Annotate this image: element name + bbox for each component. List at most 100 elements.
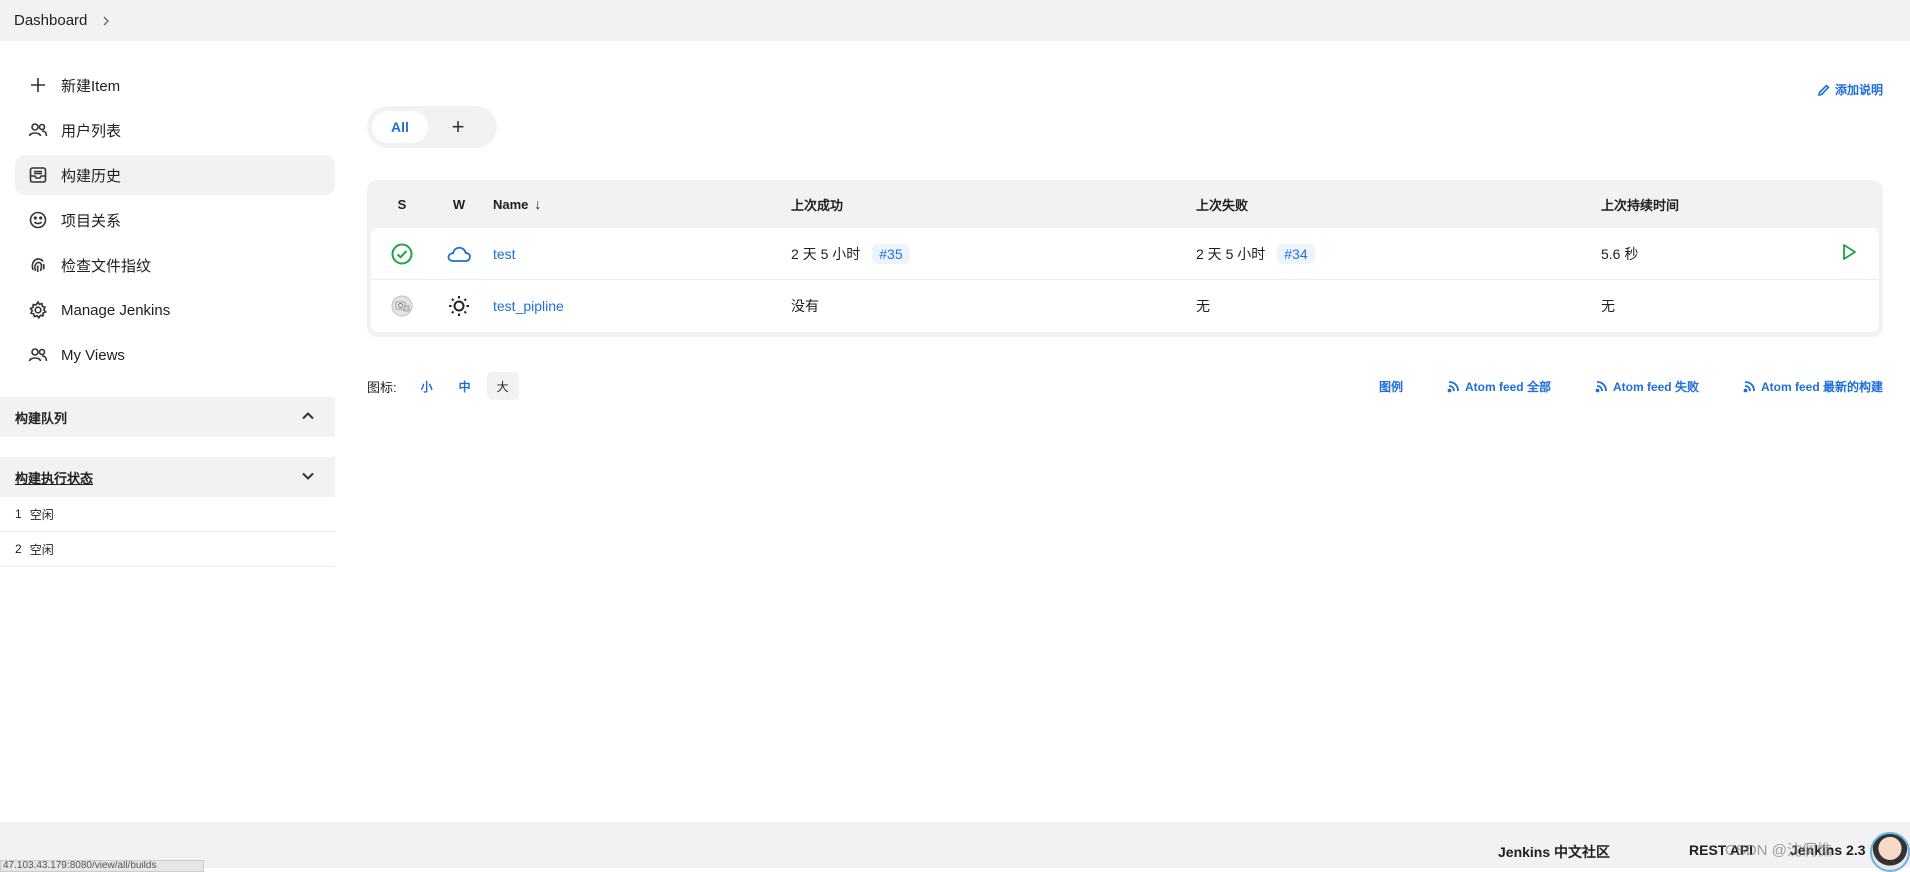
add-description-label: 添加说明 — [1834, 83, 1883, 97]
pencil-icon — [1817, 83, 1830, 96]
header-last-failure[interactable]: 上次失败 — [1196, 195, 1601, 214]
atom-feed-latest-label: Atom feed 最新的构建 — [1760, 379, 1883, 394]
job-name-cell: test_pipline — [485, 298, 791, 314]
table-row: test_pipline 没有 无 无 — [371, 280, 1879, 332]
executor-number: 2 — [15, 542, 22, 556]
smile-icon — [27, 209, 49, 231]
last-success-time: 2 天 5 小时 — [791, 245, 861, 262]
header-status[interactable]: S — [371, 197, 433, 212]
sun-icon — [433, 294, 485, 318]
sidebar-tasks: 新建Item 用户列表 构建历史 项目关系 检查文件指纹 Manage Jenk… — [0, 41, 335, 375]
atom-feed-all-link[interactable]: Atom feed 全部 — [1447, 378, 1551, 395]
build-queue-header[interactable]: 构建队列 — [0, 397, 335, 437]
build-action-cell — [1831, 242, 1879, 265]
executor-number: 1 — [15, 507, 22, 521]
chevron-down-icon[interactable] — [301, 469, 315, 486]
table-body: test 2 天 5 小时 #35 2 天 5 小时 #34 5.6 秒 tes… — [371, 228, 1879, 332]
breadcrumb-bar: Dashboard — [0, 0, 1910, 41]
executor-status-header[interactable]: 构建执行状态 — [0, 457, 335, 497]
add-view-button[interactable]: + — [444, 114, 472, 140]
executor-status: 空闲 — [29, 507, 54, 522]
job-link-test[interactable]: test — [493, 246, 516, 262]
atom-feed-all-label: Atom feed 全部 — [1464, 379, 1551, 394]
rss-icon — [1447, 381, 1459, 393]
gear-icon — [27, 299, 49, 321]
footer: Jenkins 中文社区 REST API Jenkins 2.3 — [0, 822, 1910, 868]
footer-community-link[interactable]: Jenkins 中文社区 — [1498, 842, 1610, 862]
last-failure-cell: 2 天 5 小时 #34 — [1196, 243, 1601, 264]
sidebar-item-label: 检查文件指纹 — [61, 257, 152, 275]
sidebar-item-label: My Views — [61, 346, 125, 364]
job-name-cell: test — [485, 246, 791, 262]
last-success-cell: 没有 — [791, 296, 1196, 316]
executor-row: 1 空闲 — [0, 497, 335, 532]
sidebar-item-label: 项目关系 — [61, 212, 122, 230]
sidebar-item-project-relation[interactable]: 项目关系 — [15, 200, 335, 240]
rss-icon — [1743, 381, 1755, 393]
users-icon — [27, 119, 49, 141]
sidebar: 新建Item 用户列表 构建历史 项目关系 检查文件指纹 Manage Jenk… — [0, 41, 335, 567]
sidebar-item-manage-jenkins[interactable]: Manage Jenkins — [15, 290, 335, 330]
view-tabs: All + — [367, 106, 497, 148]
job-link-test-pipline[interactable]: test_pipline — [493, 298, 564, 314]
users-icon — [27, 344, 49, 366]
sidebar-item-label: Manage Jenkins — [61, 301, 171, 319]
sidebar-item-label: 构建历史 — [61, 167, 122, 185]
header-last-success[interactable]: 上次成功 — [791, 195, 1196, 214]
icon-size-large[interactable]: 大 — [486, 372, 519, 400]
job-table: S W Name ↓ 上次成功 上次失败 上次持续时间 test 2 天 5 小… — [367, 180, 1883, 337]
table-row: test 2 天 5 小时 #35 2 天 5 小时 #34 5.6 秒 — [371, 228, 1879, 280]
atom-feed-failures-label: Atom feed 失败 — [1612, 379, 1699, 394]
icon-size-medium[interactable]: 中 — [449, 372, 481, 400]
not-built-icon — [371, 293, 433, 319]
feed-links: 图例 Atom feed 全部 Atom feed 失败 Atom feed 最… — [1335, 371, 1883, 401]
sort-down-icon: ↓ — [534, 196, 542, 212]
executor-row: 2 空闲 — [0, 532, 335, 567]
atom-feed-latest-link[interactable]: Atom feed 最新的构建 — [1743, 378, 1883, 395]
sidebar-item-label: 新建Item — [61, 77, 121, 95]
sidebar-item-users[interactable]: 用户列表 — [15, 110, 335, 150]
chevron-up-icon[interactable] — [301, 409, 315, 426]
sidebar-item-new-item[interactable]: 新建Item — [15, 65, 335, 105]
icon-size-label: 图标: — [367, 379, 397, 395]
cloud-icon — [433, 244, 485, 264]
sidebar-item-my-views[interactable]: My Views — [15, 335, 335, 375]
sidebar-item-label: 用户列表 — [61, 122, 122, 140]
watermark: CSDN @沈侗憔 — [1725, 842, 1832, 859]
last-duration: 5.6 秒 — [1601, 245, 1639, 262]
success-build-link[interactable]: #35 — [872, 243, 910, 264]
last-failure-cell: 无 — [1196, 296, 1601, 316]
inbox-icon — [27, 164, 49, 186]
header-weather[interactable]: W — [433, 197, 485, 212]
legend-link[interactable]: 图例 — [1379, 378, 1403, 395]
rss-icon — [1595, 381, 1607, 393]
executor-status-title[interactable]: 构建执行状态 — [15, 468, 93, 487]
header-name-label: Name — [493, 196, 529, 212]
header-name[interactable]: Name ↓ — [485, 196, 791, 212]
last-failure-time: 无 — [1196, 298, 1210, 314]
breadcrumb-dashboard[interactable]: Dashboard — [14, 12, 87, 29]
failure-build-link[interactable]: #34 — [1277, 243, 1315, 264]
last-failure-time: 2 天 5 小时 — [1196, 245, 1266, 262]
last-success-cell: 2 天 5 小时 #35 — [791, 243, 1196, 264]
play-build-icon[interactable] — [1839, 242, 1859, 265]
status-bar-url: 47.103.43.179:8080/view/all/builds — [0, 860, 204, 872]
executor-status: 空闲 — [29, 542, 54, 557]
icon-size-small[interactable]: 小 — [411, 372, 443, 400]
header-last-duration[interactable]: 上次持续时间 — [1601, 195, 1831, 214]
build-queue-title: 构建队列 — [15, 410, 68, 426]
table-header: S W Name ↓ 上次成功 上次失败 上次持续时间 — [371, 180, 1879, 228]
icon-legend-row: 图标: 小 中 大 图例 Atom feed 全部 Atom feed 失败 A… — [367, 371, 1883, 401]
sidebar-item-fingerprint[interactable]: 检查文件指纹 — [15, 245, 335, 285]
plus-icon — [27, 74, 49, 96]
add-description-link[interactable]: 添加说明 — [1817, 81, 1883, 98]
last-success-time: 没有 — [791, 298, 819, 314]
last-duration: 无 — [1601, 298, 1615, 314]
atom-feed-failures-link[interactable]: Atom feed 失败 — [1595, 378, 1699, 395]
success-check-icon — [371, 242, 433, 266]
tab-all[interactable]: All — [372, 111, 428, 143]
fingerprint-icon — [27, 254, 49, 276]
avatar — [1870, 832, 1910, 872]
chevron-right-icon[interactable] — [101, 16, 111, 26]
sidebar-item-build-history[interactable]: 构建历史 — [15, 155, 335, 195]
